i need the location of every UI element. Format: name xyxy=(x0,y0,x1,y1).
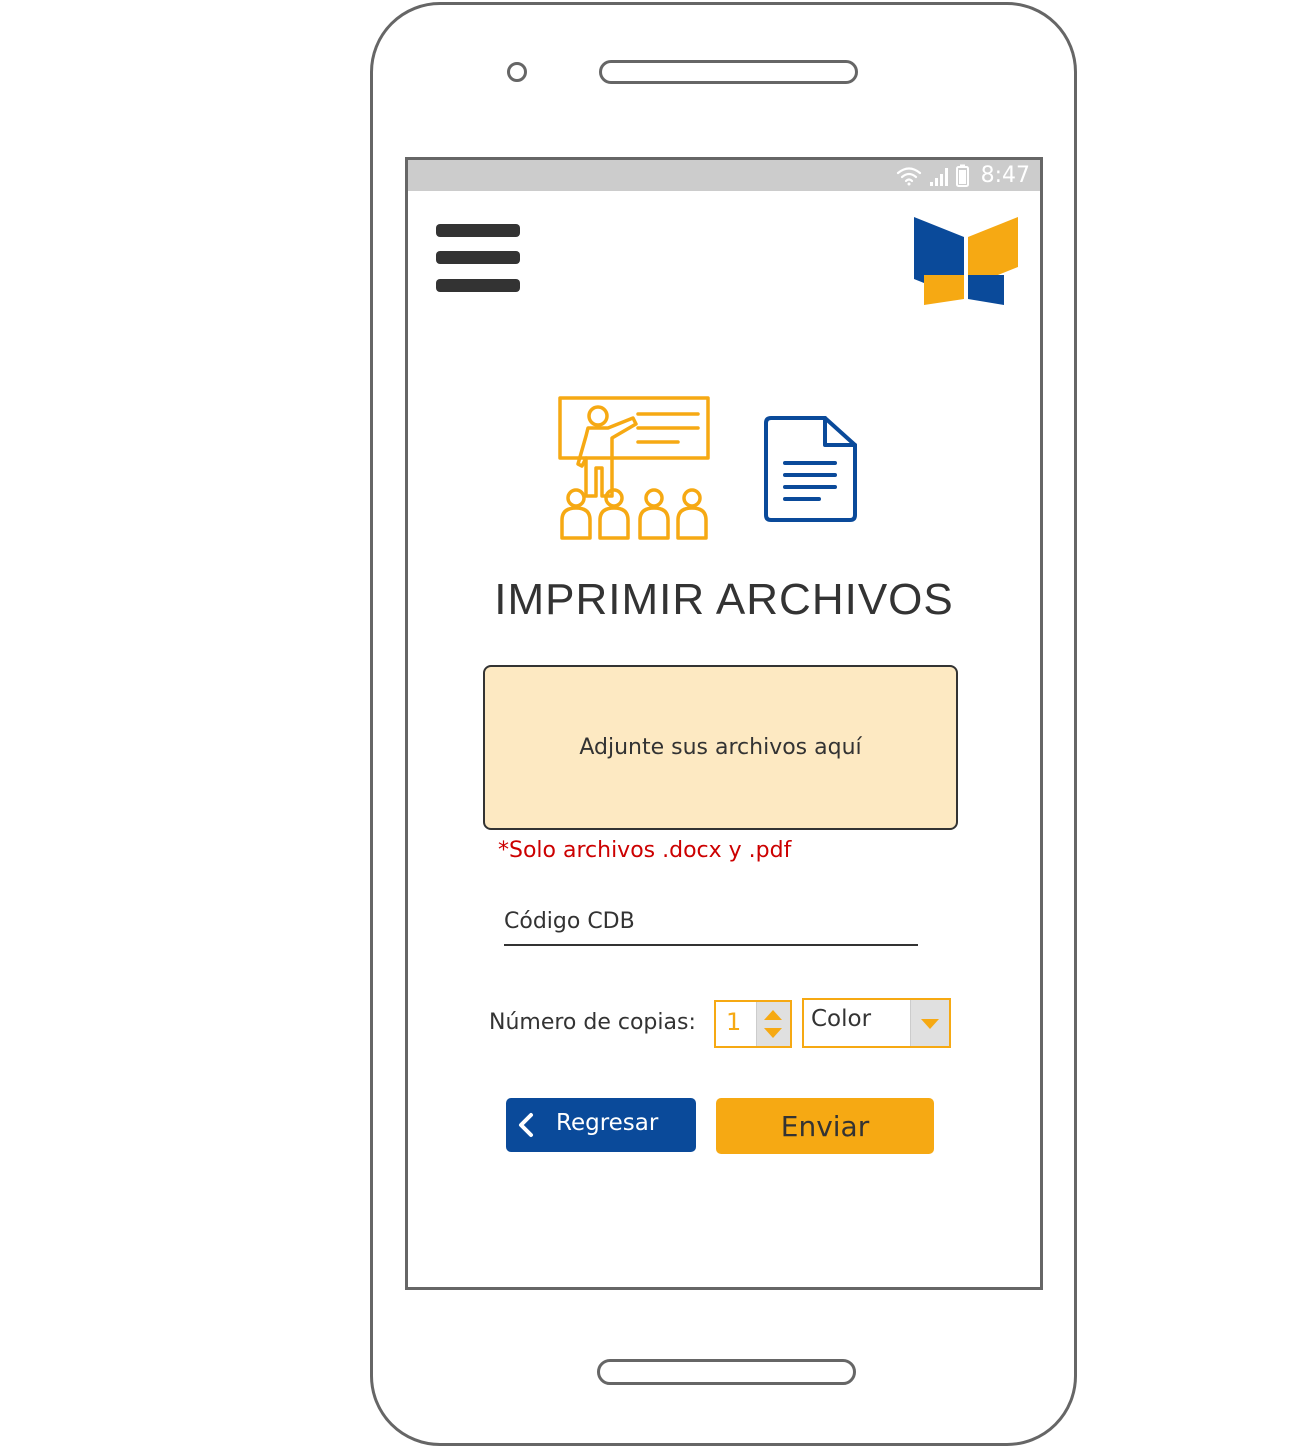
file-type-note: *Solo archivos .docx y .pdf xyxy=(498,838,792,863)
back-button-label: Regresar xyxy=(556,1110,659,1136)
home-button[interactable] xyxy=(597,1359,856,1385)
document-icon xyxy=(763,415,859,527)
battery-icon xyxy=(956,164,969,187)
speaker xyxy=(599,60,858,84)
status-icons xyxy=(896,164,986,192)
chevron-down-icon[interactable] xyxy=(910,1000,949,1046)
hamburger-icon xyxy=(436,224,520,237)
decrement-arrow-icon[interactable] xyxy=(764,1028,782,1038)
status-bar: 8:47 xyxy=(408,160,1040,191)
book-logo xyxy=(912,215,1020,311)
hamburger-menu-button[interactable] xyxy=(436,224,522,296)
cdb-code-placeholder: Código CDB xyxy=(504,909,635,934)
copies-value: 1 xyxy=(726,1008,742,1036)
file-dropzone[interactable]: Adjunte sus archivos aquí xyxy=(483,665,958,830)
back-button[interactable]: Regresar xyxy=(506,1098,696,1152)
hamburger-icon-bar xyxy=(436,279,520,292)
increment-arrow-icon[interactable] xyxy=(764,1010,782,1020)
wifi-icon xyxy=(896,167,922,186)
phone-screen: 8:47 IMPRIMIR ARCHIVOS Adjunte sus archi… xyxy=(405,157,1043,1290)
stepper-arrows[interactable] xyxy=(756,1002,790,1046)
dropzone-label: Adjunte sus archivos aquí xyxy=(579,735,862,760)
copies-label: Número de copias: xyxy=(489,1010,696,1035)
copies-stepper[interactable]: 1 xyxy=(714,1000,792,1048)
cdb-code-input[interactable]: Código CDB xyxy=(504,902,918,946)
send-button[interactable]: Enviar xyxy=(716,1098,934,1154)
status-time: 8:47 xyxy=(980,163,1030,188)
page-title: IMPRIMIR ARCHIVOS xyxy=(494,575,954,624)
send-button-label: Enviar xyxy=(780,1109,870,1143)
teacher-classroom-icon xyxy=(558,396,710,546)
color-mode-value: Color xyxy=(811,1006,872,1032)
signal-icon xyxy=(930,168,948,186)
chevron-left-icon xyxy=(516,1112,536,1142)
color-mode-select[interactable]: Color xyxy=(802,998,951,1048)
hamburger-icon-bar xyxy=(436,251,520,264)
camera xyxy=(507,62,527,82)
